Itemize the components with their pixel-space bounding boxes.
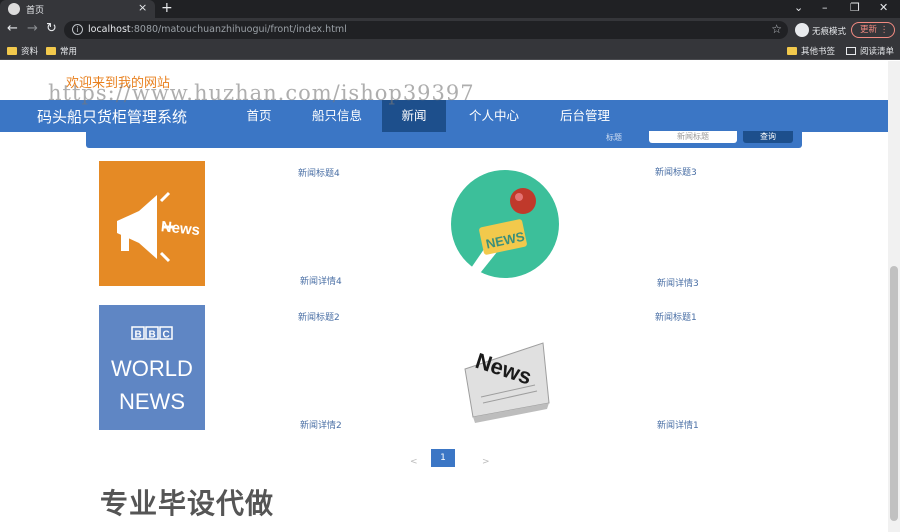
info-icon[interactable]: i <box>72 24 83 35</box>
browser-tab-bar: 首页 × + ⌄ – ❐ ✕ <box>0 0 900 18</box>
new-tab-button[interactable]: + <box>161 0 173 16</box>
bookmark-star-icon[interactable]: ☆ <box>771 22 782 36</box>
incognito-label: 无痕模式 <box>812 27 847 37</box>
browser-tab[interactable]: 首页 × <box>0 0 155 18</box>
news-detail[interactable]: 新闻详情3 <box>657 276 699 289</box>
svg-text:C: C <box>163 330 170 341</box>
folder-icon <box>7 47 17 55</box>
search-button[interactable]: 查询 <box>743 131 793 143</box>
tab-close-icon[interactable]: × <box>138 1 147 14</box>
page-scrollbar[interactable] <box>888 61 900 532</box>
svg-text:News: News <box>160 218 201 239</box>
other-bookmarks[interactable]: 其他书签 <box>787 45 835 57</box>
news-detail[interactable]: 新闻详情4 <box>300 274 342 287</box>
bbc-logo-icon: B B C WORLD NEWS <box>111 326 193 414</box>
news-title[interactable]: 新闻标题3 <box>655 165 697 178</box>
news-thumbnail[interactable]: News <box>451 305 559 430</box>
tab-title: 首页 <box>26 6 45 16</box>
scrollbar-thumb[interactable] <box>890 266 898 521</box>
nav-admin[interactable]: 后台管理 <box>548 100 622 132</box>
reading-list[interactable]: 阅读清单 <box>846 45 894 57</box>
close-window-icon[interactable]: ✕ <box>879 1 888 14</box>
address-bar[interactable]: i localhost:8080/matouchuanzhihuogui/fro… <box>64 21 788 39</box>
news-title[interactable]: 新闻标题1 <box>655 310 697 323</box>
svg-text:WORLD: WORLD <box>111 356 193 381</box>
minimize-icon[interactable]: – <box>822 1 828 14</box>
update-button[interactable]: 更新 ⋮ <box>851 22 895 38</box>
forward-icon[interactable]: → <box>27 21 38 36</box>
news-title[interactable]: 新闻标题4 <box>298 166 340 179</box>
pager-page-button[interactable]: 1 <box>431 449 455 467</box>
search-input[interactable]: 新闻标题 <box>649 131 737 143</box>
bookmark-folder[interactable]: 资料 <box>7 45 38 57</box>
megaphone-icon: News <box>117 191 201 263</box>
restore-icon[interactable]: ❐ <box>850 1 860 14</box>
bookmark-folder[interactable]: 常用 <box>46 45 77 57</box>
reload-icon[interactable]: ↻ <box>46 21 57 36</box>
site-brand: 码头船只货柜管理系统 <box>37 108 188 126</box>
globe-icon <box>8 3 20 15</box>
svg-text:B: B <box>149 330 156 341</box>
svg-text:B: B <box>135 330 142 341</box>
browser-toolbar: ← → ↻ i localhost:8080/matouchuanzhihuog… <box>0 18 900 42</box>
back-icon[interactable]: ← <box>7 21 18 36</box>
page-viewport: 欢迎来到我的网站 码头船只货柜管理系统 首页 船只信息 新闻 个人中心 后台管理… <box>0 61 900 532</box>
news-detail[interactable]: 新闻详情2 <box>300 418 342 431</box>
folder-icon <box>46 47 56 55</box>
promo-watermark: 专业毕设代做 <box>100 487 275 520</box>
microphone-icon: NEWS <box>451 170 559 278</box>
watermark-text: https://www.huzhan.com/ishop39397 <box>48 81 475 105</box>
tab-search-icon[interactable]: ⌄ <box>794 1 803 14</box>
pager-prev-button[interactable]: < <box>410 457 418 467</box>
search-bar: 标题 新闻标题 查询 <box>86 131 802 148</box>
folder-icon <box>787 47 797 55</box>
pager-next-button[interactable]: > <box>482 457 490 467</box>
bookmarks-bar: 资料 常用 其他书签 阅读清单 <box>0 42 900 60</box>
svg-text:NEWS: NEWS <box>119 389 185 414</box>
incognito-icon <box>795 23 809 37</box>
news-thumbnail[interactable]: B B C WORLD NEWS <box>99 305 205 430</box>
news-title[interactable]: 新闻标题2 <box>298 310 340 323</box>
newspaper-icon: News <box>464 342 550 423</box>
news-thumbnail[interactable]: News <box>99 161 205 286</box>
search-label: 标题 <box>606 133 622 142</box>
news-thumbnail[interactable]: NEWS <box>451 161 559 286</box>
url-text: localhost:8080/matouchuanzhihuogui/front… <box>88 24 347 35</box>
reading-list-icon <box>846 47 856 55</box>
news-detail[interactable]: 新闻详情1 <box>657 418 699 431</box>
